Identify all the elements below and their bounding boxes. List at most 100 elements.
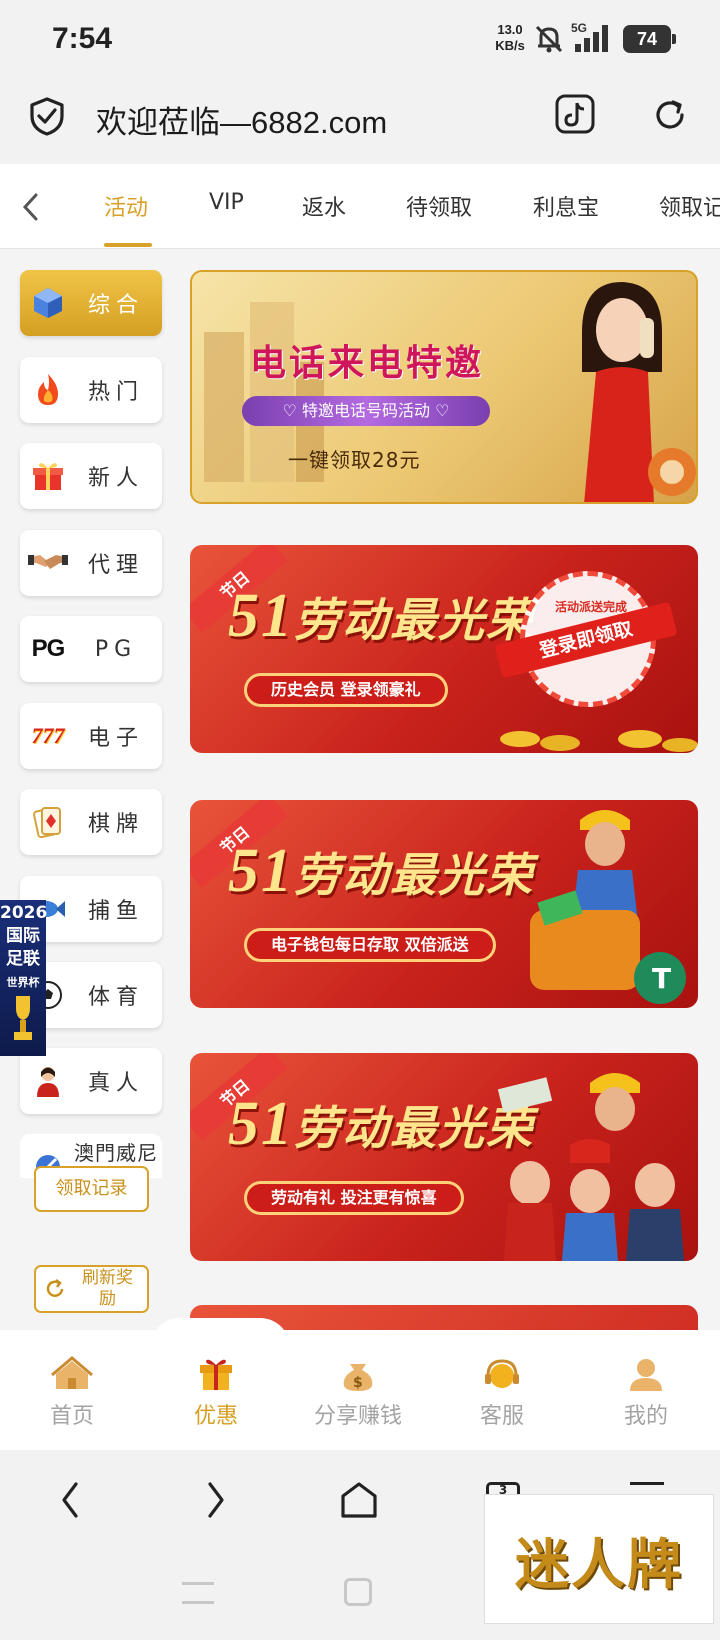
model-with-phone-illustration (582, 282, 696, 502)
category-label: 电子 (87, 726, 144, 751)
ad-line2: 国际 (6, 926, 40, 946)
refresh-reward-label: 刷新奖励 (68, 1268, 147, 1310)
category-label: 热门 (87, 380, 144, 405)
workers-group-illustration (497, 1073, 684, 1261)
category-label: 体育 (87, 985, 144, 1010)
mute-bell-icon (535, 25, 563, 53)
tab-pending[interactable]: 待领取 (406, 190, 472, 222)
category-all[interactable]: 综合 (20, 270, 162, 336)
active-nav-bump (150, 1318, 290, 1348)
category-live[interactable]: 真人 (20, 1048, 162, 1114)
ad-line4: 世界杯 (6, 976, 40, 989)
shield-check-icon[interactable] (28, 96, 66, 136)
banner-pill: 历史会员 登录领豪礼 (244, 673, 448, 707)
ad-line3: 足联 (6, 949, 40, 969)
cards-icon (26, 800, 70, 844)
category-slots[interactable]: 777 电子 (20, 703, 162, 769)
pg-logo-icon: PG (31, 635, 66, 662)
world-cup-floating-ad[interactable]: 2026 国际 足联 世界杯 (0, 900, 48, 1056)
banner-pill: 劳动有礼 投注更有惊喜 (244, 1181, 464, 1215)
nav-support-label[interactable]: 客服 (442, 1398, 562, 1430)
gesture-menu-icon[interactable] (182, 1582, 214, 1604)
category-hot[interactable]: 热门 (20, 357, 162, 423)
category-label: 棋牌 (87, 812, 144, 837)
network-speed: 13.0 KB/s (490, 22, 530, 54)
watermark-logo: 迷人牌 (484, 1494, 714, 1624)
svg-text:T: T (652, 962, 671, 995)
tab-vip[interactable]: VIP (209, 190, 244, 215)
category-label: 真人 (87, 1071, 144, 1096)
battery-indicator: 74 (623, 25, 676, 53)
category-label: 代理 (87, 553, 144, 578)
reload-icon[interactable] (651, 96, 689, 134)
banner-footer: 一键领取28元 (288, 448, 421, 472)
slot-777-icon: 777 (31, 723, 65, 748)
gift-box-icon[interactable] (186, 1356, 246, 1392)
browser-home-icon[interactable] (338, 1480, 380, 1520)
user-icon[interactable] (616, 1356, 676, 1392)
promo-banner-labor-day-login[interactable]: 节日 51劳动最光荣 历史会员 登录领豪礼 活动派送完成 登录即领取 (190, 545, 698, 753)
active-tab-indicator (104, 243, 152, 247)
tab-claim-records[interactable]: 领取记 (659, 190, 720, 222)
refresh-reward-label-line1: 刷新奖 (82, 1268, 133, 1288)
nav-share-label[interactable]: 分享赚钱 (298, 1398, 418, 1430)
chevron-left-icon[interactable] (18, 190, 44, 224)
tab-interest[interactable]: 利息宝 (533, 190, 599, 222)
promo-banner-phone-invite[interactable]: 电话来电特邀 ♡ 特邀电话号码活动 ♡ 一键领取28元 (190, 270, 698, 504)
dealer-icon (26, 1059, 70, 1103)
browser-back-icon[interactable] (56, 1480, 86, 1520)
browser-forward-icon[interactable] (200, 1480, 230, 1520)
tiktok-icon[interactable] (555, 94, 595, 134)
network-speed-unit: KB/s (495, 38, 525, 53)
refresh-icon (46, 1279, 64, 1297)
flame-icon (26, 368, 70, 412)
banner-headline: 51劳动最光荣 (228, 581, 534, 652)
banner-pill: 电子钱包每日存取 双倍派送 (244, 928, 496, 962)
headline-number: 51 (228, 1090, 294, 1158)
trophy-icon (14, 996, 32, 1040)
banner-title: 电话来电特邀 (250, 342, 485, 384)
svg-text:$: $ (353, 1375, 363, 1391)
menu-icon[interactable] (630, 1482, 664, 1485)
gesture-home-icon[interactable] (344, 1578, 372, 1606)
promo-banner-labor-day-betting[interactable]: 节日 51劳动最光荣 劳动有礼 投注更有惊喜 (190, 1053, 698, 1261)
gift-icon (26, 454, 70, 498)
tab-activity[interactable]: 活动 (104, 190, 148, 222)
ad-year: 2026 (0, 903, 48, 923)
stamp-ring-text: 活动派送完成 (555, 600, 628, 614)
nav-profile-label[interactable]: 我的 (586, 1398, 706, 1430)
category-label: 新人 (87, 466, 144, 491)
category-label: 综合 (87, 293, 144, 318)
refresh-reward-label-line2: 励 (99, 1289, 116, 1309)
headline-number: 51 (228, 582, 294, 650)
signal-5g-icon: 5G (571, 21, 608, 52)
worker-wallet-illustration: T (530, 810, 686, 1004)
home-icon[interactable] (42, 1356, 102, 1392)
heart-icon: ♡ (282, 401, 302, 420)
banner-subtitle: ♡ 特邀电话号码活动 ♡ (242, 396, 490, 426)
headset-icon[interactable] (472, 1356, 532, 1392)
gold-coins-illustration (500, 730, 698, 752)
heart-icon: ♡ (430, 401, 450, 420)
refresh-reward-button[interactable]: 刷新奖励 (34, 1265, 149, 1313)
claim-records-button[interactable]: 领取记录 (34, 1166, 149, 1212)
status-time: 7:54 (52, 22, 113, 55)
headline-number: 51 (228, 837, 294, 905)
category-cards[interactable]: 棋牌 (20, 789, 162, 855)
nav-promotions-label[interactable]: 优惠 (156, 1398, 276, 1430)
banner-headline: 51劳动最光荣 (228, 1089, 534, 1160)
tab-rebate[interactable]: 返水 (302, 190, 346, 222)
url-text[interactable]: 欢迎莅临—6882.com (96, 97, 387, 142)
signal-label: 5G (571, 21, 587, 35)
category-newcomer[interactable]: 新人 (20, 443, 162, 509)
category-label: 捕鱼 (87, 899, 144, 924)
headline-text: 劳动最光荣 (294, 595, 534, 646)
category-agent[interactable]: 代理 (20, 530, 162, 596)
network-speed-value: 13.0 (497, 22, 523, 37)
money-bag-icon[interactable]: $ (328, 1356, 388, 1392)
banner-subtitle-text: 特邀电话号码活动 (301, 401, 430, 420)
nav-home-label[interactable]: 首页 (12, 1398, 132, 1430)
promo-banner-labor-day-wallet[interactable]: 节日 51劳动最光荣 电子钱包每日存取 双倍派送 T (190, 800, 698, 1008)
category-label: PG (94, 636, 138, 662)
category-pg[interactable]: PG PG (20, 616, 162, 682)
